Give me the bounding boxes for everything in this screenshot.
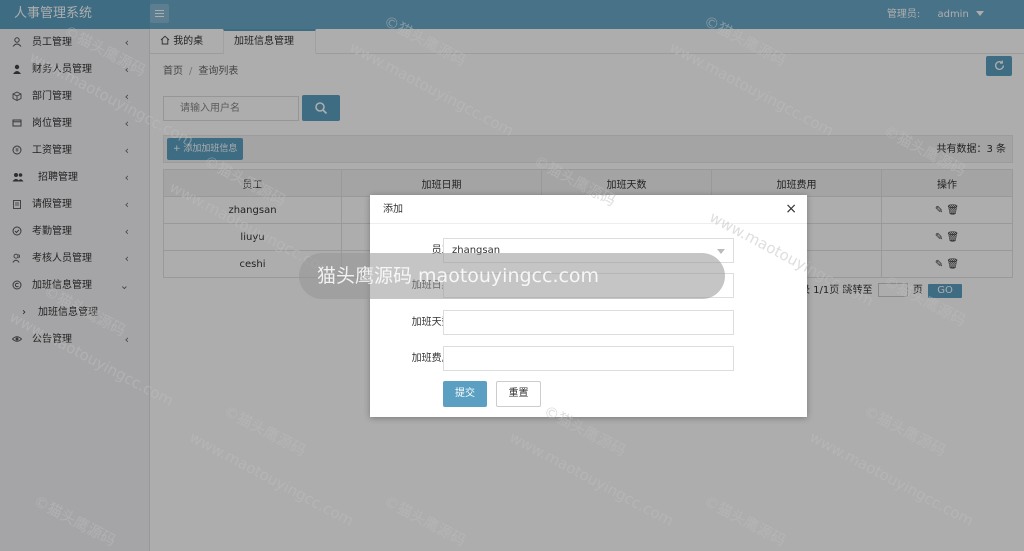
form-row-employee: 员工: zhangsan	[370, 238, 807, 263]
dialog-header: 添加 ×	[370, 195, 807, 224]
submit-button[interactable]: 提交	[443, 381, 487, 407]
chevron-down-icon	[717, 249, 725, 254]
add-dialog: 添加 × 员工: zhangsan 加班日期: 加班天数: 加班费用: 提交 重…	[370, 195, 807, 417]
reset-button[interactable]: 重置	[496, 381, 541, 407]
form-row-days: 加班天数:	[370, 310, 807, 335]
dialog-title: 添加	[383, 204, 403, 215]
employee-select[interactable]: zhangsan	[443, 238, 734, 263]
employee-selected-value: zhangsan	[452, 245, 501, 256]
close-icon[interactable]: ×	[785, 195, 797, 224]
fee-field[interactable]	[443, 346, 734, 371]
days-field[interactable]	[443, 310, 734, 335]
form-row-date: 加班日期:	[370, 273, 807, 298]
form-row-fee: 加班费用:	[370, 346, 807, 371]
date-field[interactable]	[443, 273, 734, 298]
